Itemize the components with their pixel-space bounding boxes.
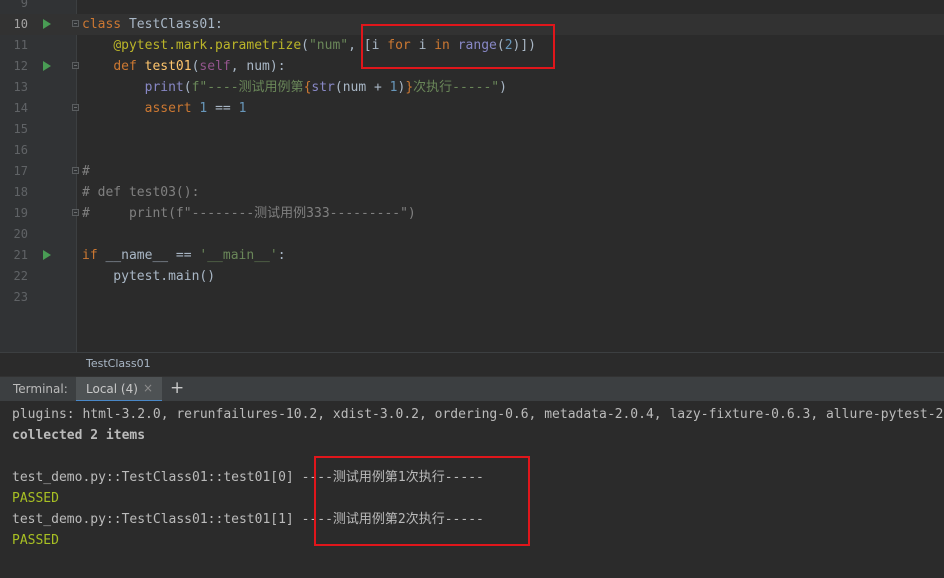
code-token: TestClass01: <box>128 17 223 32</box>
code-token: assert <box>144 101 200 116</box>
line-number: 22 <box>13 269 28 283</box>
line-number: 9 <box>20 0 28 10</box>
fold-icon[interactable] <box>72 20 79 27</box>
line-number: 23 <box>13 290 28 304</box>
code-line[interactable]: 16 <box>0 140 944 161</box>
line-number: 12 <box>13 59 28 73</box>
terminal-label: Terminal: <box>13 382 68 396</box>
line-number: 13 <box>13 80 28 94</box>
code-token: ( <box>301 38 309 53</box>
code-line[interactable]: 18 # def test03(): <box>0 182 944 203</box>
code-token: ) <box>499 80 507 95</box>
code-token: print <box>144 80 184 95</box>
code-token: str <box>311 80 335 95</box>
code-text: # print(f"--------测试用例333---------") <box>82 203 416 224</box>
code-line[interactable]: 22 pytest.main() <box>0 266 944 287</box>
close-icon[interactable]: × <box>143 381 153 395</box>
highlight-box-test-output <box>314 456 530 546</box>
fold-icon[interactable] <box>72 104 79 111</box>
run-icon[interactable] <box>43 19 51 29</box>
line-number: 10 <box>13 17 28 31</box>
code-token: if <box>82 248 106 263</box>
code-line[interactable]: 14 assert 1 == 1 <box>0 98 944 119</box>
code-token: == <box>207 101 239 116</box>
breadcrumb-bar: TestClass01 <box>0 352 944 376</box>
code-line[interactable]: 17 # <box>0 161 944 182</box>
terminal-tab-bar: Terminal: Local (4) × + <box>0 376 944 402</box>
add-icon[interactable]: + <box>170 378 184 398</box>
line-number: 21 <box>13 248 28 262</box>
code-token: # <box>82 164 90 179</box>
code-line[interactable]: 20 <box>0 224 944 245</box>
code-text: print(f"----测试用例第{str(num + 1)}次执行-----"… <box>82 77 507 98</box>
passed-status: PASSED <box>12 491 59 506</box>
line-number: 15 <box>13 122 28 136</box>
code-token: f"----测试用例第 <box>191 80 304 95</box>
line-number: 14 <box>13 101 28 115</box>
code-line[interactable]: 23 <box>0 287 944 308</box>
code-token: (num + <box>334 80 390 95</box>
code-token: "num" <box>308 38 349 53</box>
code-token: def <box>113 59 145 74</box>
code-text: pytest.main() <box>82 266 215 287</box>
code-token: : <box>277 248 286 263</box>
code-token: test01 <box>144 59 192 74</box>
code-token: # print(f"--------测试用例333---------") <box>82 206 416 221</box>
code-token: '__main__' <box>199 248 278 263</box>
tab-local-4-label: Local (4) <box>86 382 138 396</box>
code-text: if __name__ == '__main__': <box>82 245 286 266</box>
code-text: class TestClass01: <box>82 14 223 35</box>
code-token: __name__ == <box>105 248 200 263</box>
code-text: assert 1 == 1 <box>82 98 247 119</box>
terminal-line: collected 2 items <box>12 428 146 443</box>
run-icon[interactable] <box>43 250 51 260</box>
highlight-box-list-comprehension <box>361 24 555 69</box>
fold-icon[interactable] <box>72 167 79 174</box>
line-number: 17 <box>13 164 28 178</box>
code-token: 1 <box>238 101 247 116</box>
line-number: 19 <box>13 206 28 220</box>
code-token: self <box>199 59 231 74</box>
line-number: 16 <box>13 143 28 157</box>
code-line[interactable]: 19 # print(f"--------测试用例333---------") <box>0 203 944 224</box>
line-number: 20 <box>13 227 28 241</box>
code-token: pytest.main() <box>82 269 216 284</box>
code-line[interactable]: 13 print(f"----测试用例第{str(num + 1)}次执行---… <box>0 77 944 98</box>
code-token: , num): <box>230 59 286 74</box>
terminal-output[interactable]: plugins: html-3.2.0, rerunfailures-10.2,… <box>0 401 944 578</box>
fold-icon[interactable] <box>72 209 79 216</box>
code-token: 次执行-----" <box>413 80 500 95</box>
run-icon[interactable] <box>43 61 51 71</box>
code-token: # def test03(): <box>82 185 200 200</box>
code-editor[interactable]: 9 10 class TestClass01: 11 @pytest.mark.par… <box>0 0 944 352</box>
fold-icon[interactable] <box>72 62 79 69</box>
passed-status: PASSED <box>12 533 59 548</box>
code-token: } <box>405 80 414 95</box>
code-token: @pytest.mark.parametrize <box>113 38 302 53</box>
code-line[interactable]: 21 if __name__ == '__main__': <box>0 245 944 266</box>
code-line[interactable]: 15 <box>0 119 944 140</box>
code-token: class <box>82 17 129 32</box>
code-text: # <box>82 161 90 182</box>
code-text: def test01(self, num): <box>82 56 286 77</box>
terminal-line: plugins: html-3.2.0, rerunfailures-10.2,… <box>12 407 944 422</box>
breadcrumb[interactable]: TestClass01 <box>86 357 151 370</box>
tab-local-4[interactable]: Local (4) × <box>76 377 162 402</box>
line-number: 18 <box>13 185 28 199</box>
code-text: # def test03(): <box>82 182 199 203</box>
code-token: ( <box>183 80 192 95</box>
code-line[interactable]: 9 <box>0 0 944 14</box>
code-token: 1 <box>389 80 398 95</box>
line-number: 11 <box>13 38 28 52</box>
